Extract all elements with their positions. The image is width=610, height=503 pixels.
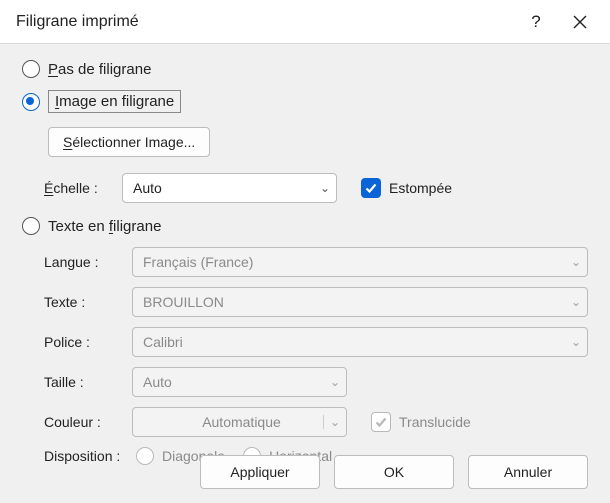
- radio-image-watermark[interactable]: [22, 93, 40, 111]
- text-value: BROUILLON: [143, 294, 224, 310]
- image-section: Sélectionner Image...: [22, 127, 588, 157]
- language-select: Français (France) ⌄: [132, 247, 588, 277]
- size-label: Taille :: [22, 374, 132, 390]
- dialog-footer: Appliquer OK Annuler: [200, 455, 588, 489]
- washout-label: Estompée: [389, 180, 452, 196]
- font-value: Calibri: [143, 334, 183, 350]
- chevron-down-icon: ⌄: [571, 335, 581, 349]
- cancel-button[interactable]: Annuler: [468, 455, 588, 489]
- language-label: Langue :: [22, 254, 132, 270]
- size-select: Auto ⌄: [132, 367, 347, 397]
- radio-no-watermark[interactable]: [22, 60, 40, 78]
- check-icon: [364, 181, 378, 195]
- language-value: Français (France): [143, 254, 253, 270]
- option-image-watermark[interactable]: Image en filigrane: [22, 90, 588, 113]
- check-icon: [374, 415, 388, 429]
- chevron-down-icon: ⌄: [323, 415, 340, 429]
- close-icon: [573, 15, 587, 29]
- label-text-watermark: Texte en filigrane: [48, 218, 161, 235]
- option-no-watermark[interactable]: Pas de filigrane: [22, 60, 588, 78]
- help-button[interactable]: ?: [514, 0, 558, 44]
- scale-select[interactable]: Auto ⌄: [122, 173, 337, 203]
- font-label: Police :: [22, 334, 132, 350]
- dialog-content: Pas de filigrane Image en filigrane Séle…: [0, 44, 610, 465]
- scale-row: Échelle : Auto ⌄ Estompée: [22, 173, 588, 203]
- translucent-checkbox: [371, 412, 391, 432]
- size-row: Taille : Auto ⌄: [22, 367, 588, 397]
- radio-text-watermark[interactable]: [22, 217, 40, 235]
- scale-label: Échelle :: [22, 180, 122, 196]
- font-select: Calibri ⌄: [132, 327, 588, 357]
- scale-value: Auto: [133, 180, 162, 196]
- titlebar: Filigrane imprimé ?: [0, 0, 610, 44]
- translucent-label: Translucide: [399, 414, 471, 430]
- radio-diagonal: [136, 447, 154, 465]
- ok-button[interactable]: OK: [334, 455, 454, 489]
- size-value: Auto: [143, 374, 172, 390]
- color-label: Couleur :: [22, 414, 132, 430]
- color-value: Automatique: [202, 414, 281, 430]
- text-row: Texte : BROUILLON ⌄: [22, 287, 588, 317]
- label-no-watermark: Pas de filigrane: [48, 61, 151, 78]
- option-text-watermark[interactable]: Texte en filigrane: [22, 217, 588, 235]
- color-row: Couleur : Automatique ⌄ Translucide: [22, 407, 588, 437]
- text-select: BROUILLON ⌄: [132, 287, 588, 317]
- font-row: Police : Calibri ⌄: [22, 327, 588, 357]
- close-button[interactable]: [558, 0, 602, 44]
- washout-checkbox[interactable]: [361, 178, 381, 198]
- language-row: Langue : Français (France) ⌄: [22, 247, 588, 277]
- select-image-button[interactable]: Sélectionner Image...: [48, 127, 210, 157]
- chevron-down-icon: ⌄: [320, 181, 330, 195]
- chevron-down-icon: ⌄: [330, 375, 340, 389]
- layout-label: Disposition :: [22, 448, 132, 464]
- label-image-watermark: Image en filigrane: [48, 90, 181, 113]
- dialog-title: Filigrane imprimé: [16, 13, 514, 31]
- color-select: Automatique ⌄: [132, 407, 347, 437]
- text-label: Texte :: [22, 294, 132, 310]
- chevron-down-icon: ⌄: [571, 255, 581, 269]
- chevron-down-icon: ⌄: [571, 295, 581, 309]
- apply-button[interactable]: Appliquer: [200, 455, 320, 489]
